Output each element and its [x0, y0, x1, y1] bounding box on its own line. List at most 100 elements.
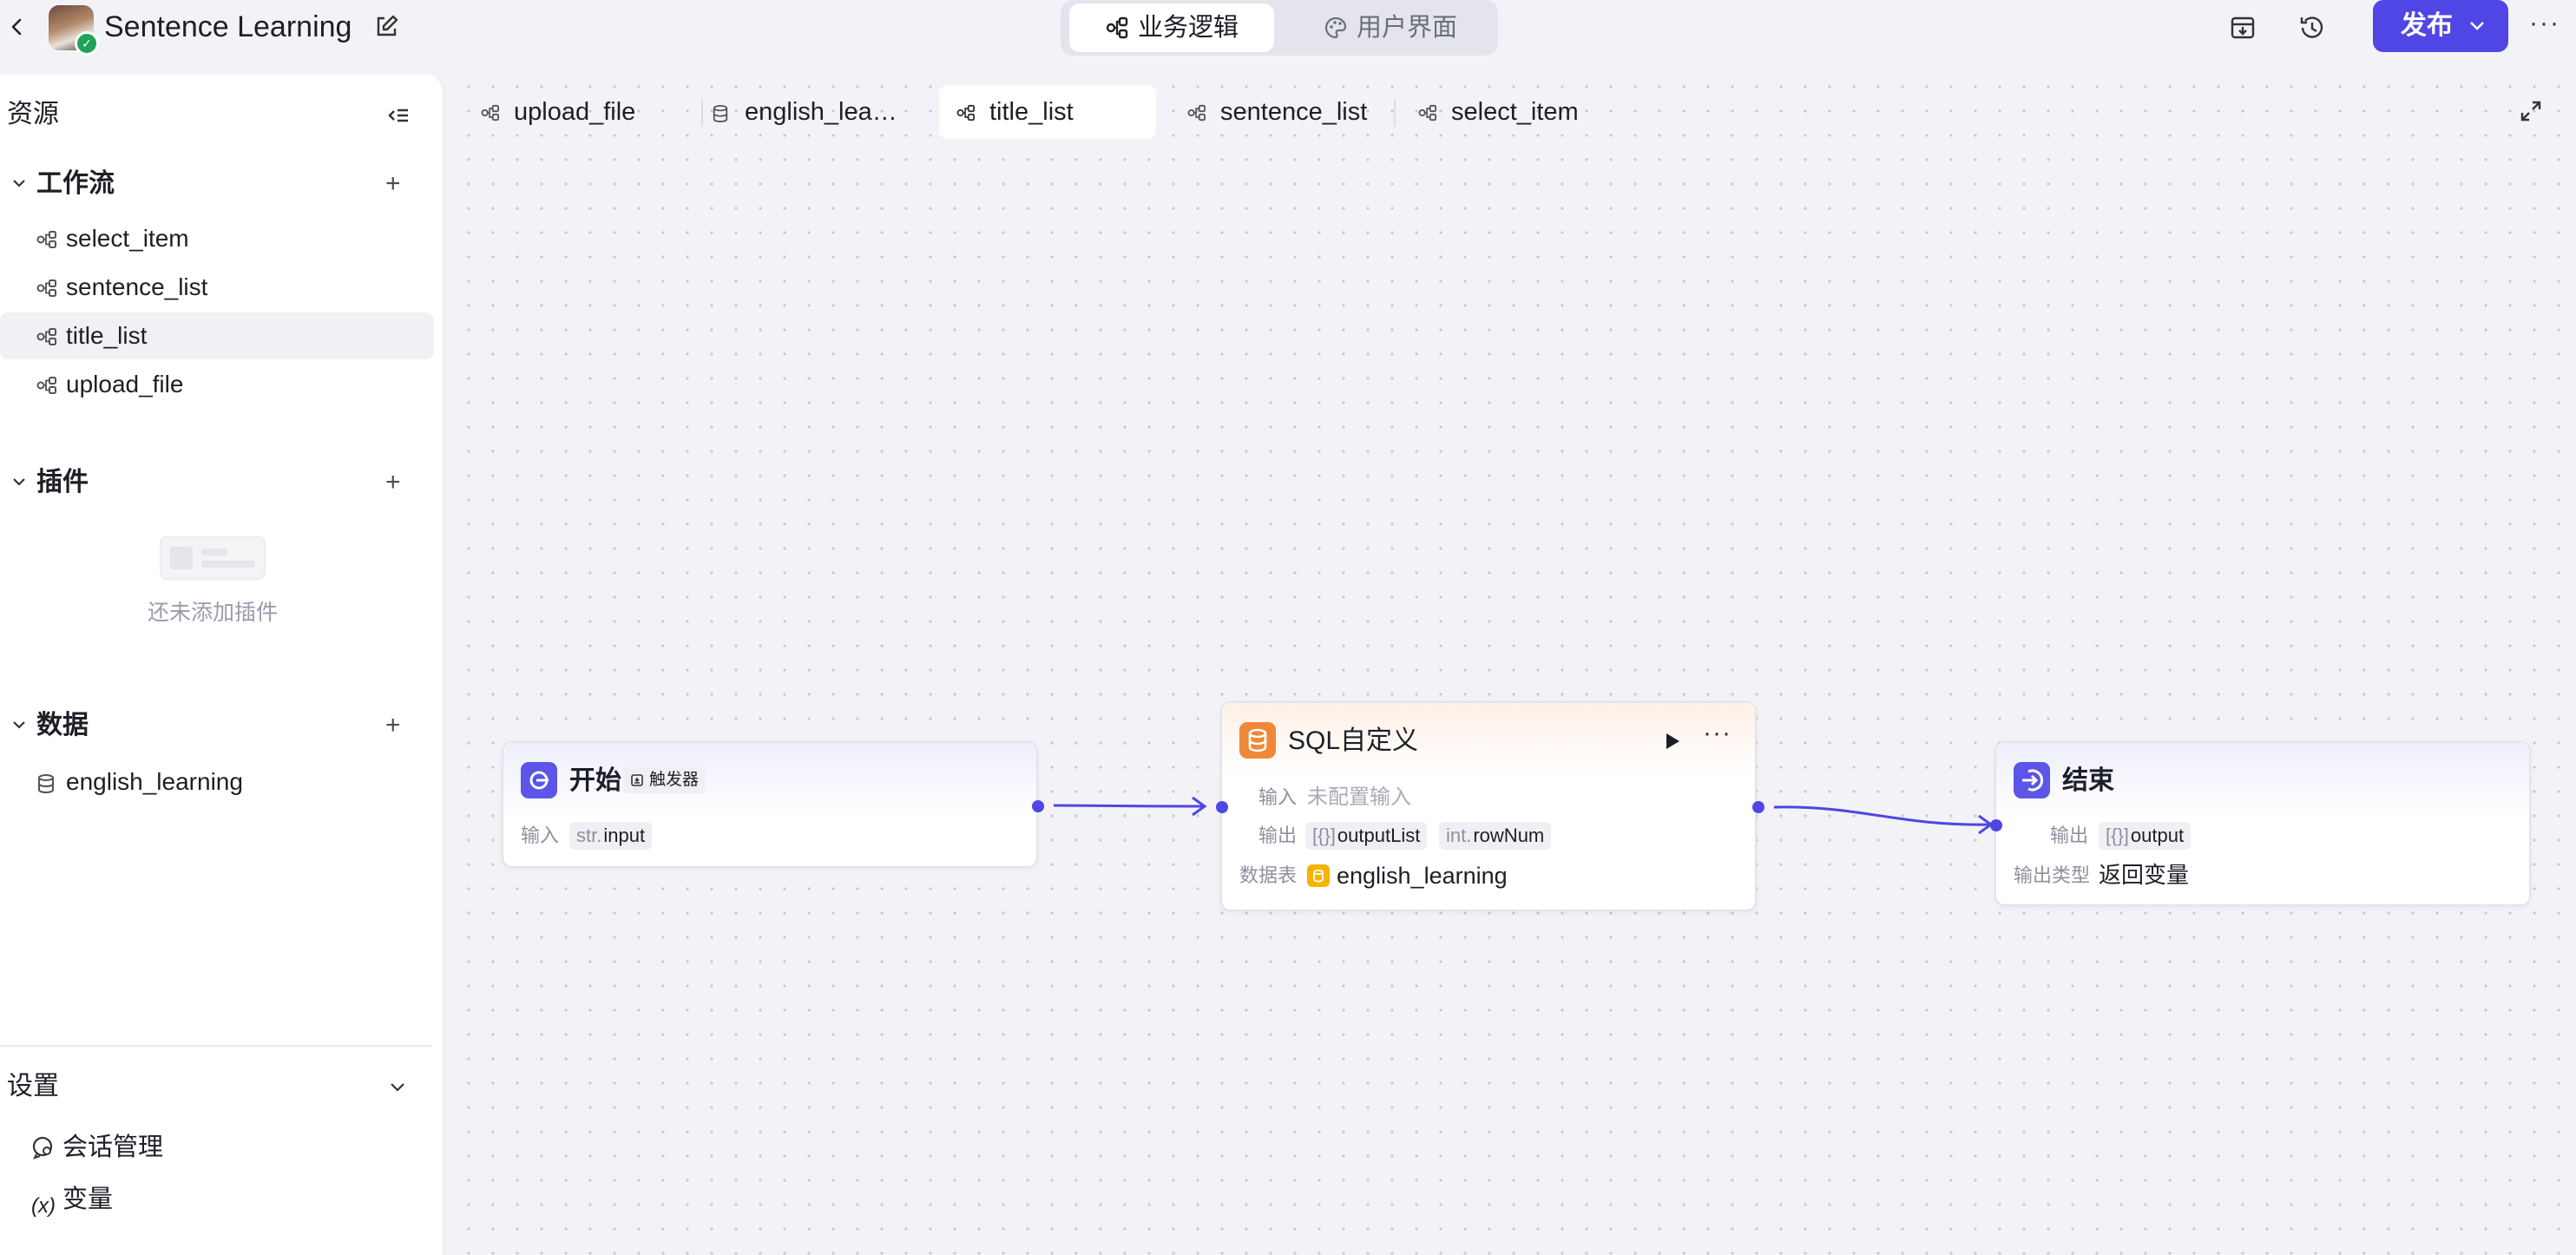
sidebar-item-select_item[interactable]: select_item [26, 215, 434, 262]
chevron-down-icon [13, 721, 25, 729]
end-output-label: 输出 [2050, 825, 2089, 846]
plugin-section-header[interactable]: 插件 + [0, 465, 444, 500]
sidebar-item-upload_file[interactable]: upload_file [26, 361, 434, 408]
database-chip-icon [1307, 864, 1330, 887]
more-options-button[interactable]: ··· [2529, 9, 2567, 43]
input-type: str. [576, 825, 602, 846]
sql-node[interactable]: SQL自定义 ··· 输入 未配置输入 输出 [{}]outputList in… [1216, 701, 1764, 911]
sidebar-item-label: sentence_list [66, 273, 208, 300]
data-section-header[interactable]: 数据 + [0, 708, 444, 743]
settings-item-label: 会话管理 [62, 1133, 164, 1161]
publish-button-label: 发布 [2401, 11, 2453, 40]
start-icon [521, 762, 557, 798]
sql-output-label: 输出 [1258, 825, 1298, 846]
sql-node-title: SQL自定义 [1288, 726, 1419, 755]
end-icon [2014, 762, 2050, 798]
published-check-icon: ✓ [75, 31, 99, 56]
workflow-icon [36, 231, 56, 248]
output-name: outputList [1337, 825, 1421, 846]
plugin-section-title: 插件 [36, 468, 89, 496]
sidebar-item-english_learning[interactable]: english_learning [26, 759, 434, 805]
sql-input-value: 未配置输入 [1307, 785, 1411, 809]
history-icon[interactable] [2295, 10, 2330, 45]
mode-switch: 业务逻辑 用户界面 [1061, 0, 1498, 56]
publish-button[interactable]: 发布 [2373, 0, 2508, 52]
workflow-icon [36, 377, 56, 394]
sidebar-item-title_list[interactable]: title_list [0, 312, 434, 359]
app-title: Sentence Learning [104, 10, 352, 43]
output-type: int. [1446, 825, 1472, 846]
edge-start-sql[interactable] [1053, 804, 1204, 808]
settings-title[interactable]: 设置 [7, 1069, 59, 1104]
settings-item-conversation[interactable]: 会话管理 [31, 1128, 163, 1166]
empty-plugin-text: 还未添加插件 [147, 601, 278, 625]
chevron-down-icon [13, 478, 25, 486]
add-plugin-icon[interactable]: + [385, 469, 401, 496]
end-output-kind-label: 输出类型 [2014, 864, 2091, 886]
end-input-port[interactable] [1990, 819, 2002, 831]
sql-output-port[interactable] [1752, 801, 1764, 813]
tab-business-logic[interactable]: 业务逻辑 [1069, 3, 1274, 52]
variable-icon: (x) [31, 1194, 56, 1218]
edit-title-icon[interactable] [371, 12, 401, 42]
workflow-icon [36, 279, 56, 297]
back-chevron-icon[interactable] [5, 12, 28, 42]
trigger-badge: 触发器 [623, 767, 706, 793]
data-section-title: 数据 [36, 711, 89, 739]
palette-icon [1324, 16, 1347, 39]
end-node[interactable]: 结束 输出 [{}]output 输出类型 返回变量 [1990, 741, 2531, 906]
tab-user-interface[interactable]: 用户界面 [1288, 3, 1493, 52]
archive-icon[interactable] [2225, 10, 2260, 45]
sql-table-name: english_learning [1337, 863, 1508, 889]
chevron-down-icon [13, 180, 25, 187]
start-node[interactable]: 开始 触发器 输入 str.input [502, 741, 1044, 868]
workflow-canvas[interactable]: upload_file english_lea… title_list sent… [457, 75, 2576, 1255]
sql-output-chip-rowNum: int.rowNum [1439, 822, 1552, 850]
workflow-edges [1053, 796, 1994, 835]
workflow-icon [36, 328, 56, 345]
collapse-sidebar-icon[interactable] [382, 101, 413, 132]
run-play-icon[interactable] [1663, 731, 1682, 752]
chevron-down-icon [2470, 22, 2484, 30]
conversation-icon [32, 1136, 53, 1160]
workflow-section-header[interactable]: 工作流 + [0, 167, 444, 201]
trigger-icon [631, 774, 643, 786]
empty-plugin-illustration [160, 536, 266, 580]
end-output-kind-value: 返回变量 [2099, 862, 2190, 888]
settings-item-variables[interactable]: (x) 变量 [31, 1180, 113, 1219]
sql-database-icon [1239, 722, 1276, 759]
edge-sql-end[interactable] [1773, 805, 1992, 826]
start-input-label: 输入 [521, 825, 560, 846]
sidebar-item-label: english_learning [66, 768, 243, 795]
chevron-down-icon[interactable] [387, 1076, 408, 1097]
trigger-badge-label: 触发器 [649, 771, 700, 789]
sql-table-label: 数据表 [1239, 864, 1298, 886]
settings-divider [0, 1045, 432, 1047]
settings-item-label: 变量 [62, 1186, 114, 1213]
sidebar-item-label: upload_file [66, 371, 184, 398]
input-name: input [603, 825, 646, 846]
start-node-title: 开始 [569, 766, 621, 795]
resource-sidebar: 资源 工作流 + select_item sentence_list title… [0, 75, 444, 1255]
sql-node-more-button[interactable]: ··· [1703, 719, 1732, 748]
start-output-port[interactable] [1032, 800, 1044, 812]
start-input-chip: str.input [569, 822, 653, 850]
app-avatar: ✓ [49, 5, 99, 56]
output-type: [{}] [1312, 825, 1336, 846]
sidebar-item-sentence_list[interactable]: sentence_list [26, 264, 434, 311]
end-output-chip: [{}]output [2099, 822, 2192, 850]
sql-input-port[interactable] [1216, 801, 1228, 813]
add-data-icon[interactable]: + [385, 712, 401, 739]
sidebar-item-label: select_item [66, 225, 189, 252]
tab-business-logic-label: 业务逻辑 [1137, 14, 1239, 42]
add-workflow-icon[interactable]: + [385, 170, 401, 198]
sql-input-label: 输入 [1258, 786, 1298, 808]
workflow-section-title: 工作流 [36, 169, 115, 198]
sidebar-item-label: title_list [66, 322, 148, 349]
top-bar: ✓ Sentence Learning 业务逻辑 用户界面 发布 ··· [0, 0, 2576, 75]
sql-output-chip-outputList: [{}]outputList [1305, 822, 1428, 850]
database-icon [38, 774, 54, 794]
end-node-title: 结束 [2062, 766, 2114, 795]
output-name: rowNum [1473, 825, 1545, 846]
output-name: output [2130, 825, 2185, 846]
